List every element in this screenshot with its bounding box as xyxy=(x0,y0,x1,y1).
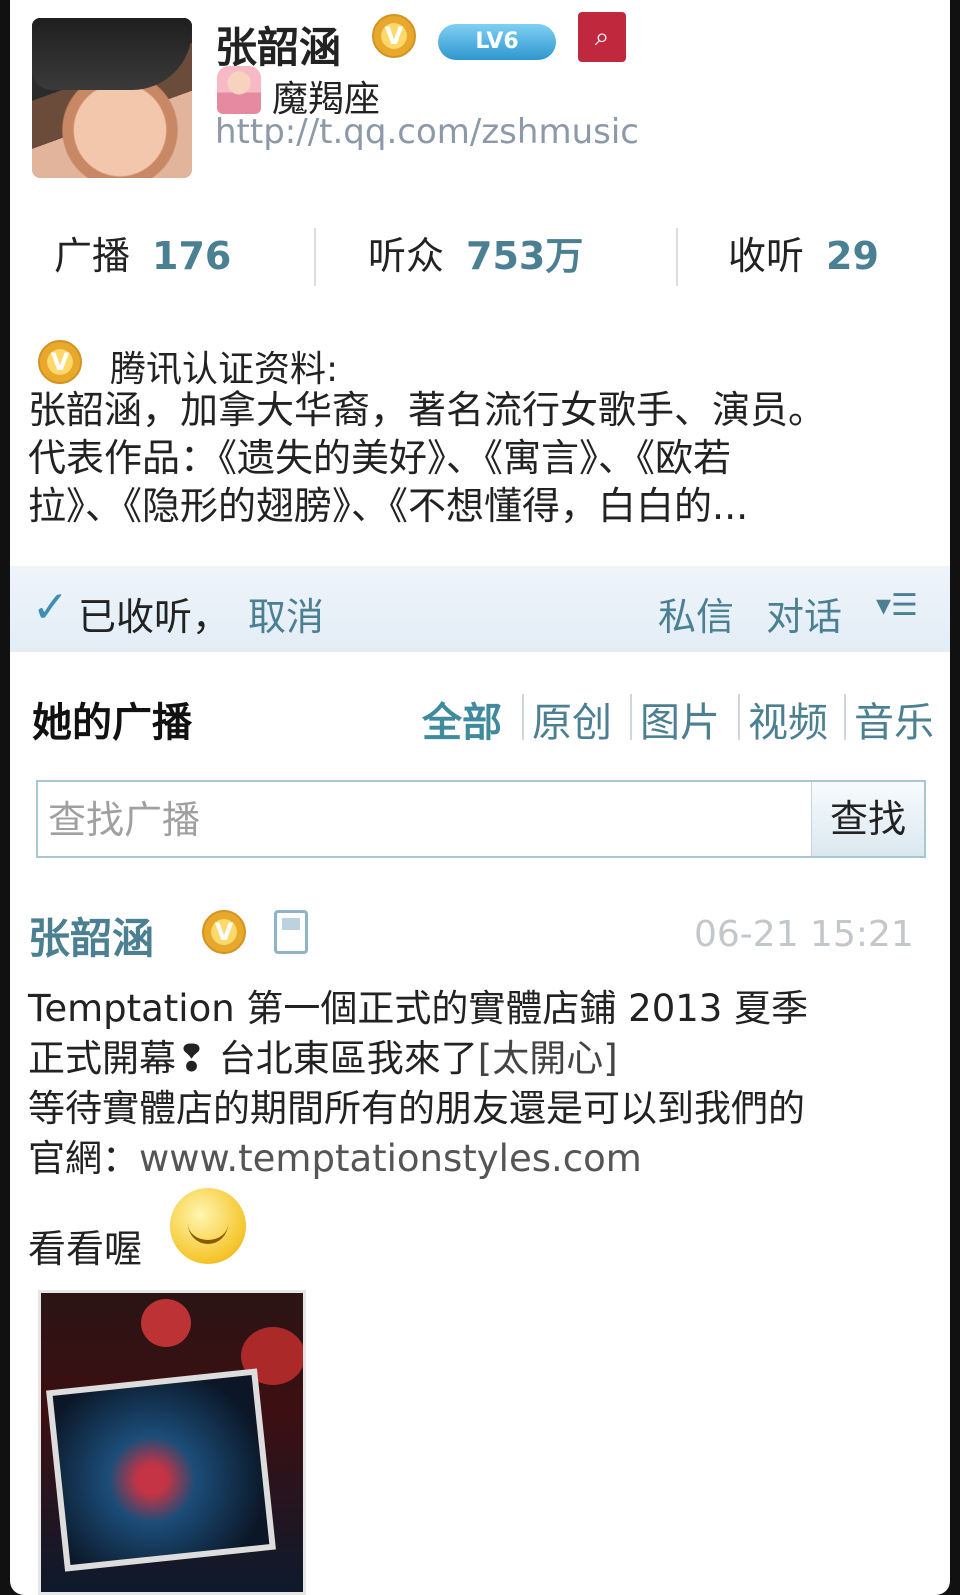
tab-original[interactable]: 原创 xyxy=(532,690,612,748)
weibo-profile-card: 张韶涵 V LV6 ⌕ 魔羯座 http://t.qq.com/zshmusic… xyxy=(10,0,950,1595)
smiley-emoji-icon xyxy=(170,1188,246,1264)
post-line-text: 官網： xyxy=(28,1137,139,1180)
emoticon-text: [太開心] xyxy=(477,1037,618,1080)
post-line: 官網：www.temptationstyles.com xyxy=(28,1134,938,1184)
tab-all[interactable]: 全部 xyxy=(422,690,502,748)
post-line: 等待實體店的期間所有的朋友還是可以到我們的 xyxy=(28,1087,805,1130)
cert-title: 腾讯认证资料: xyxy=(110,349,339,390)
tab-divider xyxy=(738,694,740,740)
stat-value: 29 xyxy=(826,234,879,278)
tab-pictures[interactable]: 图片 xyxy=(640,690,720,748)
shopping-bag-icon[interactable]: ⌕ xyxy=(578,12,626,62)
follow-bar: ✓ 已收听， 取消 私信 对话 ▾☰ xyxy=(10,566,950,652)
followed-status: 已收听， xyxy=(78,595,231,639)
avatar-hat-shape xyxy=(32,18,192,90)
cert-body: 张韶涵，加拿大华裔，著名流行女歌手、演员。 代表作品：《遗失的美好》、《寓言》、… xyxy=(28,388,827,528)
tab-divider xyxy=(844,694,846,740)
post-author[interactable]: 张韶涵 xyxy=(28,905,154,966)
post-line: 看看喔 xyxy=(28,1227,143,1271)
search-input[interactable] xyxy=(46,788,800,852)
tab-music[interactable]: 音乐 xyxy=(854,690,934,748)
tab-divider xyxy=(522,694,524,740)
mobile-device-icon xyxy=(274,910,308,954)
post-text: Temptation 第一個正式的實體店鋪 2013 夏季 正式開幕❢ 台北東區… xyxy=(28,984,938,1184)
stat-divider xyxy=(676,228,678,286)
photo-frame-shape xyxy=(46,1368,276,1572)
stat-value: 176 xyxy=(152,234,232,278)
private-message-link[interactable]: 私信 xyxy=(658,586,734,641)
website-link[interactable]: www.temptationstyles.com xyxy=(139,1137,642,1180)
post-line-text: 正式開幕❢ 台北東區我來了 xyxy=(28,1037,478,1080)
check-icon: ✓ xyxy=(32,582,69,633)
stat-label: 广播 xyxy=(54,234,131,278)
stat-label: 收听 xyxy=(728,234,805,278)
zodiac-avatar-icon xyxy=(217,66,261,114)
post-image[interactable] xyxy=(38,1290,306,1595)
tab-videos[interactable]: 视频 xyxy=(748,690,828,748)
stat-listeners[interactable]: 听众 753万 xyxy=(368,220,583,292)
level-badge[interactable]: LV6 xyxy=(438,24,556,60)
unfollow-link[interactable]: 取消 xyxy=(248,586,324,641)
tab-divider xyxy=(630,694,632,740)
stat-broadcasts[interactable]: 广播 176 xyxy=(54,220,231,292)
search-button[interactable]: 查找 xyxy=(811,782,924,856)
post-timestamp[interactable]: 06-21 15:21 xyxy=(694,914,914,955)
cert-verified-icon: V xyxy=(38,340,82,384)
stat-value: 753万 xyxy=(466,234,584,278)
more-menu-icon[interactable]: ▾☰ xyxy=(876,588,918,623)
stat-divider xyxy=(314,228,316,286)
stats-bar: 广播 176 听众 753万 收听 29 xyxy=(10,220,950,292)
photo-heart-shape xyxy=(141,1299,191,1347)
post-line: 正式開幕❢ 台北東區我來了[太開心] xyxy=(28,1034,938,1084)
post-verified-icon: V xyxy=(202,910,246,954)
stat-following[interactable]: 收听 29 xyxy=(728,220,879,292)
stat-label: 听众 xyxy=(368,234,445,278)
broadcast-search: 查找 xyxy=(36,780,926,858)
verified-badge-icon: V xyxy=(372,14,416,58)
section-title: 她的广播 xyxy=(32,700,192,746)
avatar[interactable] xyxy=(32,18,192,178)
profile-url[interactable]: http://t.qq.com/zshmusic xyxy=(215,112,639,152)
post-line: Temptation 第一個正式的實體店鋪 2013 夏季 xyxy=(28,987,809,1030)
dialog-link[interactable]: 对话 xyxy=(766,586,842,641)
